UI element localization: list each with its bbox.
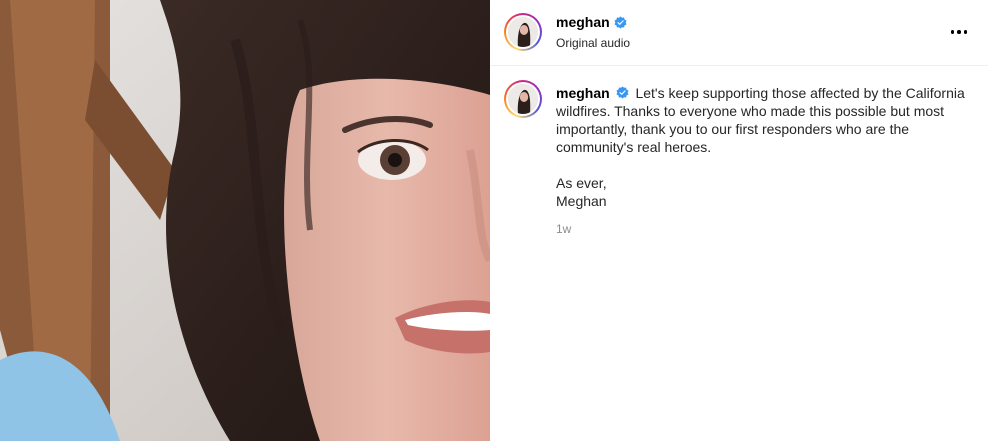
caption-avatar-story-ring[interactable] <box>504 80 542 118</box>
avatar-photo-icon <box>508 17 538 47</box>
verified-badge-icon <box>616 86 629 99</box>
verified-badge-icon <box>614 15 627 29</box>
caption: meghan Let's keep supporting those affec… <box>556 84 966 238</box>
signoff-line-2: Meghan <box>556 193 607 209</box>
avatar-photo-icon <box>508 84 538 114</box>
caption-username-link[interactable]: meghan <box>556 85 610 101</box>
username-link[interactable]: meghan <box>556 14 610 30</box>
post-header: meghan Original audio <box>490 0 988 66</box>
post-details-panel: meghan Original audio meghan Let's keep … <box>490 0 988 441</box>
more-options-button[interactable] <box>948 22 970 42</box>
avatar-story-ring[interactable] <box>504 13 542 51</box>
avatar <box>508 84 538 114</box>
post-viewer: meghan Original audio meghan Let's keep … <box>0 0 988 441</box>
more-horizontal-icon <box>950 30 955 34</box>
signoff-line-1: As ever, <box>556 175 607 191</box>
caption-signoff: As ever, Meghan <box>556 174 966 210</box>
video-player[interactable] <box>0 0 490 441</box>
post-timestamp[interactable]: 1w <box>556 220 966 238</box>
original-audio-link[interactable]: Original audio <box>556 36 630 50</box>
header-username-row[interactable]: meghan <box>556 14 627 30</box>
video-frame-image <box>0 0 490 441</box>
avatar <box>508 17 538 47</box>
